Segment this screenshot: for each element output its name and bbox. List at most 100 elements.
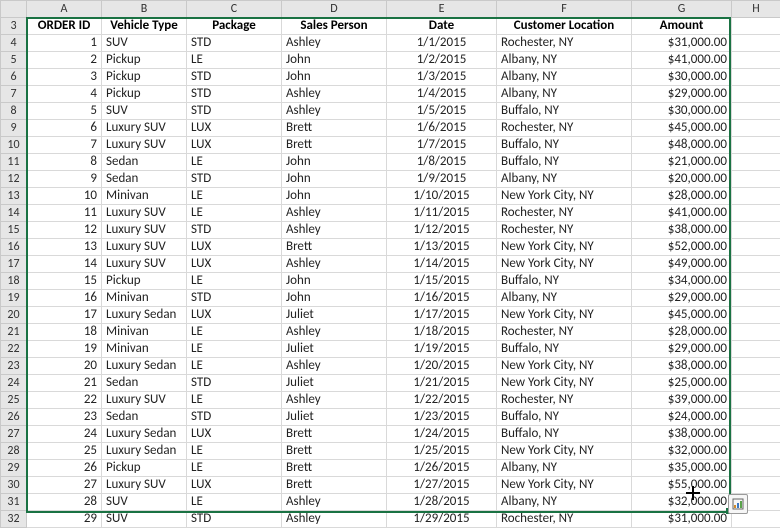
cell-F30[interactable]: New York City, NY xyxy=(497,477,632,494)
cell-F31[interactable]: Albany, NY xyxy=(497,494,632,511)
cell-E6[interactable]: 1/3/2015 xyxy=(387,69,497,86)
row-18[interactable]: 1815PickupLEJohn1/15/2015Buffalo, NY$34,… xyxy=(1,273,780,290)
cell-E18[interactable]: 1/15/2015 xyxy=(387,273,497,290)
cell-A32[interactable]: 29 xyxy=(27,511,102,528)
cell-H7[interactable] xyxy=(732,86,780,103)
cell-C15[interactable]: STD xyxy=(187,222,282,239)
cell-E15[interactable]: 1/12/2015 xyxy=(387,222,497,239)
cell-B16[interactable]: Luxury SUV xyxy=(102,239,187,256)
quick-analysis-button[interactable] xyxy=(728,494,748,514)
cell-E11[interactable]: 1/8/2015 xyxy=(387,154,497,171)
cell-F3[interactable]: Customer Location xyxy=(497,18,632,35)
cell-D15[interactable]: Ashley xyxy=(282,222,387,239)
cell-A4[interactable]: 1 xyxy=(27,35,102,52)
cell-B20[interactable]: Luxury Sedan xyxy=(102,307,187,324)
cell-H3[interactable] xyxy=(732,18,780,35)
row-header-7[interactable]: 7 xyxy=(1,86,27,103)
row-27[interactable]: 2724Luxury SedanLUXBrett1/24/2015Buffalo… xyxy=(1,426,780,443)
cell-H8[interactable] xyxy=(732,103,780,120)
cell-B7[interactable]: Pickup xyxy=(102,86,187,103)
cell-G16[interactable]: $52,000.00 xyxy=(632,239,732,256)
cell-D3[interactable]: Sales Person xyxy=(282,18,387,35)
cell-A6[interactable]: 3 xyxy=(27,69,102,86)
cell-B24[interactable]: Sedan xyxy=(102,375,187,392)
cell-A27[interactable]: 24 xyxy=(27,426,102,443)
cell-H30[interactable] xyxy=(732,477,780,494)
cell-B26[interactable]: Sedan xyxy=(102,409,187,426)
row-header-13[interactable]: 13 xyxy=(1,188,27,205)
cell-F16[interactable]: New York City, NY xyxy=(497,239,632,256)
cell-G31[interactable]: $32,000.00 xyxy=(632,494,732,511)
cell-A17[interactable]: 14 xyxy=(27,256,102,273)
cell-D23[interactable]: Ashley xyxy=(282,358,387,375)
cell-B3[interactable]: Vehicle Type xyxy=(102,18,187,35)
cell-D17[interactable]: Ashley xyxy=(282,256,387,273)
cell-F13[interactable]: New York City, NY xyxy=(497,188,632,205)
cell-F18[interactable]: Buffalo, NY xyxy=(497,273,632,290)
row-22[interactable]: 2219MinivanLEJuliet1/19/2015Buffalo, NY$… xyxy=(1,341,780,358)
cell-F15[interactable]: Rochester, NY xyxy=(497,222,632,239)
cell-B32[interactable]: SUV xyxy=(102,511,187,528)
cell-C31[interactable]: LE xyxy=(187,494,282,511)
cell-D8[interactable]: Ashley xyxy=(282,103,387,120)
cell-H23[interactable] xyxy=(732,358,780,375)
cell-E29[interactable]: 1/26/2015 xyxy=(387,460,497,477)
cell-D11[interactable]: John xyxy=(282,154,387,171)
cell-H18[interactable] xyxy=(732,273,780,290)
cell-B11[interactable]: Sedan xyxy=(102,154,187,171)
cell-F22[interactable]: Buffalo, NY xyxy=(497,341,632,358)
cell-D22[interactable]: Juliet xyxy=(282,341,387,358)
cell-A20[interactable]: 17 xyxy=(27,307,102,324)
cell-D29[interactable]: Brett xyxy=(282,460,387,477)
cell-H14[interactable] xyxy=(732,205,780,222)
cell-C13[interactable]: LE xyxy=(187,188,282,205)
cell-G24[interactable]: $25,000.00 xyxy=(632,375,732,392)
cell-A7[interactable]: 4 xyxy=(27,86,102,103)
cell-C12[interactable]: STD xyxy=(187,171,282,188)
cell-F24[interactable]: New York City, NY xyxy=(497,375,632,392)
cell-H6[interactable] xyxy=(732,69,780,86)
cell-E3[interactable]: Date xyxy=(387,18,497,35)
cell-F10[interactable]: Buffalo, NY xyxy=(497,137,632,154)
cell-B30[interactable]: Luxury SUV xyxy=(102,477,187,494)
cell-A31[interactable]: 28 xyxy=(27,494,102,511)
row-4[interactable]: 41SUVSTDAshley1/1/2015Rochester, NY$31,0… xyxy=(1,35,780,52)
cell-B5[interactable]: Pickup xyxy=(102,52,187,69)
row-24[interactable]: 2421SedanSTDJuliet1/21/2015New York City… xyxy=(1,375,780,392)
cell-B15[interactable]: Luxury SUV xyxy=(102,222,187,239)
cell-D25[interactable]: Ashley xyxy=(282,392,387,409)
cell-B12[interactable]: Sedan xyxy=(102,171,187,188)
cell-A21[interactable]: 18 xyxy=(27,324,102,341)
select-all-corner[interactable] xyxy=(1,1,27,18)
cell-H17[interactable] xyxy=(732,256,780,273)
cell-F14[interactable]: Rochester, NY xyxy=(497,205,632,222)
cell-A13[interactable]: 10 xyxy=(27,188,102,205)
row-header-10[interactable]: 10 xyxy=(1,137,27,154)
cell-D9[interactable]: Brett xyxy=(282,120,387,137)
row-header-9[interactable]: 9 xyxy=(1,120,27,137)
cell-C20[interactable]: LUX xyxy=(187,307,282,324)
column-header-E[interactable]: E xyxy=(387,1,497,18)
row-header-20[interactable]: 20 xyxy=(1,307,27,324)
cell-E5[interactable]: 1/2/2015 xyxy=(387,52,497,69)
cell-B14[interactable]: Luxury SUV xyxy=(102,205,187,222)
cell-B25[interactable]: Luxury SUV xyxy=(102,392,187,409)
row-header-26[interactable]: 26 xyxy=(1,409,27,426)
cell-G11[interactable]: $21,000.00 xyxy=(632,154,732,171)
row-9[interactable]: 96Luxury SUVLUXBrett1/6/2015Rochester, N… xyxy=(1,120,780,137)
cell-F19[interactable]: Albany, NY xyxy=(497,290,632,307)
cell-G4[interactable]: $31,000.00 xyxy=(632,35,732,52)
cell-F25[interactable]: Rochester, NY xyxy=(497,392,632,409)
cell-D16[interactable]: Brett xyxy=(282,239,387,256)
row-23[interactable]: 2320Luxury SedanLEAshley1/20/2015New Yor… xyxy=(1,358,780,375)
cell-C23[interactable]: LE xyxy=(187,358,282,375)
cell-B23[interactable]: Luxury Sedan xyxy=(102,358,187,375)
cell-E31[interactable]: 1/28/2015 xyxy=(387,494,497,511)
cell-G23[interactable]: $38,000.00 xyxy=(632,358,732,375)
cell-E26[interactable]: 1/23/2015 xyxy=(387,409,497,426)
cell-B17[interactable]: Luxury SUV xyxy=(102,256,187,273)
cell-G30[interactable]: $55,000.00 xyxy=(632,477,732,494)
cell-G18[interactable]: $34,000.00 xyxy=(632,273,732,290)
row-31[interactable]: 3128SUVLEAshley1/28/2015Albany, NY$32,00… xyxy=(1,494,780,511)
cell-C3[interactable]: Package xyxy=(187,18,282,35)
